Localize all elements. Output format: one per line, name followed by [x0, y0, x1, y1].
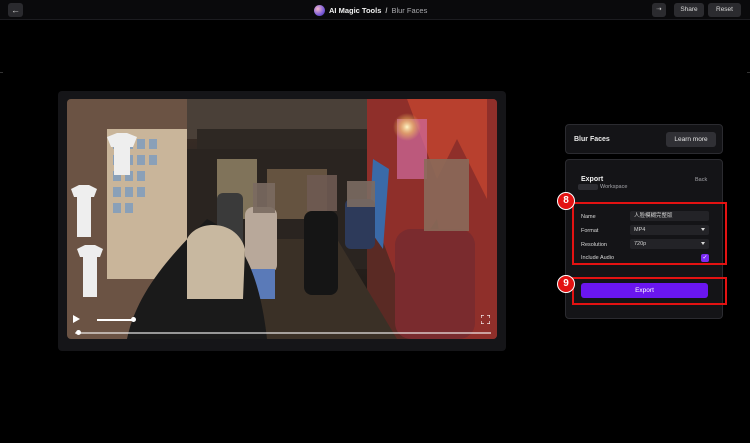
- highlight-export-settings: [572, 202, 727, 265]
- share-button[interactable]: Share: [674, 3, 704, 17]
- edge-divider: [0, 72, 3, 73]
- video-player[interactable]: [67, 99, 497, 339]
- back-arrow-icon[interactable]: ←: [8, 3, 23, 17]
- export-arrow-icon[interactable]: ⇢: [652, 3, 666, 17]
- top-bar: ← AI Magic Tools / Blur Faces ⇢ Share Re…: [0, 0, 750, 20]
- back-link[interactable]: Back: [695, 177, 707, 183]
- highlight-export-button: [572, 277, 727, 305]
- breadcrumb: AI Magic Tools / Blur Faces: [314, 3, 427, 17]
- step-badge-8: 8: [557, 192, 575, 210]
- app-logo-icon: [314, 4, 325, 16]
- volume-handle[interactable]: [131, 317, 136, 322]
- breadcrumb-app[interactable]: AI Magic Tools: [329, 6, 381, 15]
- seek-handle[interactable]: [76, 330, 81, 335]
- export-title: Export: [581, 176, 604, 183]
- play-icon[interactable]: [73, 315, 80, 323]
- breadcrumb-separator: /: [385, 5, 388, 15]
- reset-button[interactable]: Reset: [708, 3, 741, 17]
- tool-title: Blur Faces: [574, 136, 610, 143]
- tool-header-card: Blur Faces Learn more: [565, 124, 723, 154]
- breadcrumb-page: Blur Faces: [391, 5, 428, 15]
- workspace-label: Workspace: [600, 184, 628, 190]
- step-badge-9: 9: [557, 275, 575, 293]
- workspace-avatar: [578, 184, 598, 190]
- volume-slider[interactable]: [97, 319, 134, 321]
- learn-more-button[interactable]: Learn more: [666, 132, 716, 147]
- video-frame-image: [67, 99, 497, 339]
- seek-bar[interactable]: [75, 332, 491, 334]
- fullscreen-icon[interactable]: [481, 315, 490, 324]
